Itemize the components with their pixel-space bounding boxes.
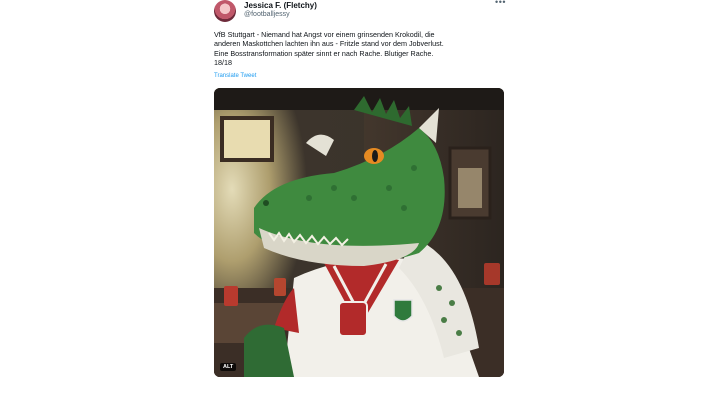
user-handle[interactable]: @footballjessy: [244, 11, 290, 18]
display-name[interactable]: Jessica F. (Fletchy): [244, 1, 317, 10]
translate-tweet-link[interactable]: Translate Tweet: [214, 73, 256, 79]
ellipsis-icon[interactable]: •••: [495, 0, 506, 7]
crocodile-illustration: [214, 88, 504, 377]
tweet-card: Jessica F. (Fletchy) @footballjessy ••• …: [206, 0, 512, 404]
alt-badge[interactable]: ALT: [220, 363, 237, 371]
avatar[interactable]: [214, 0, 236, 22]
tweet-image[interactable]: ALT: [214, 88, 504, 377]
tweet-text: VfB Stuttgart - Niemand hat Angst vor ei…: [214, 30, 444, 68]
